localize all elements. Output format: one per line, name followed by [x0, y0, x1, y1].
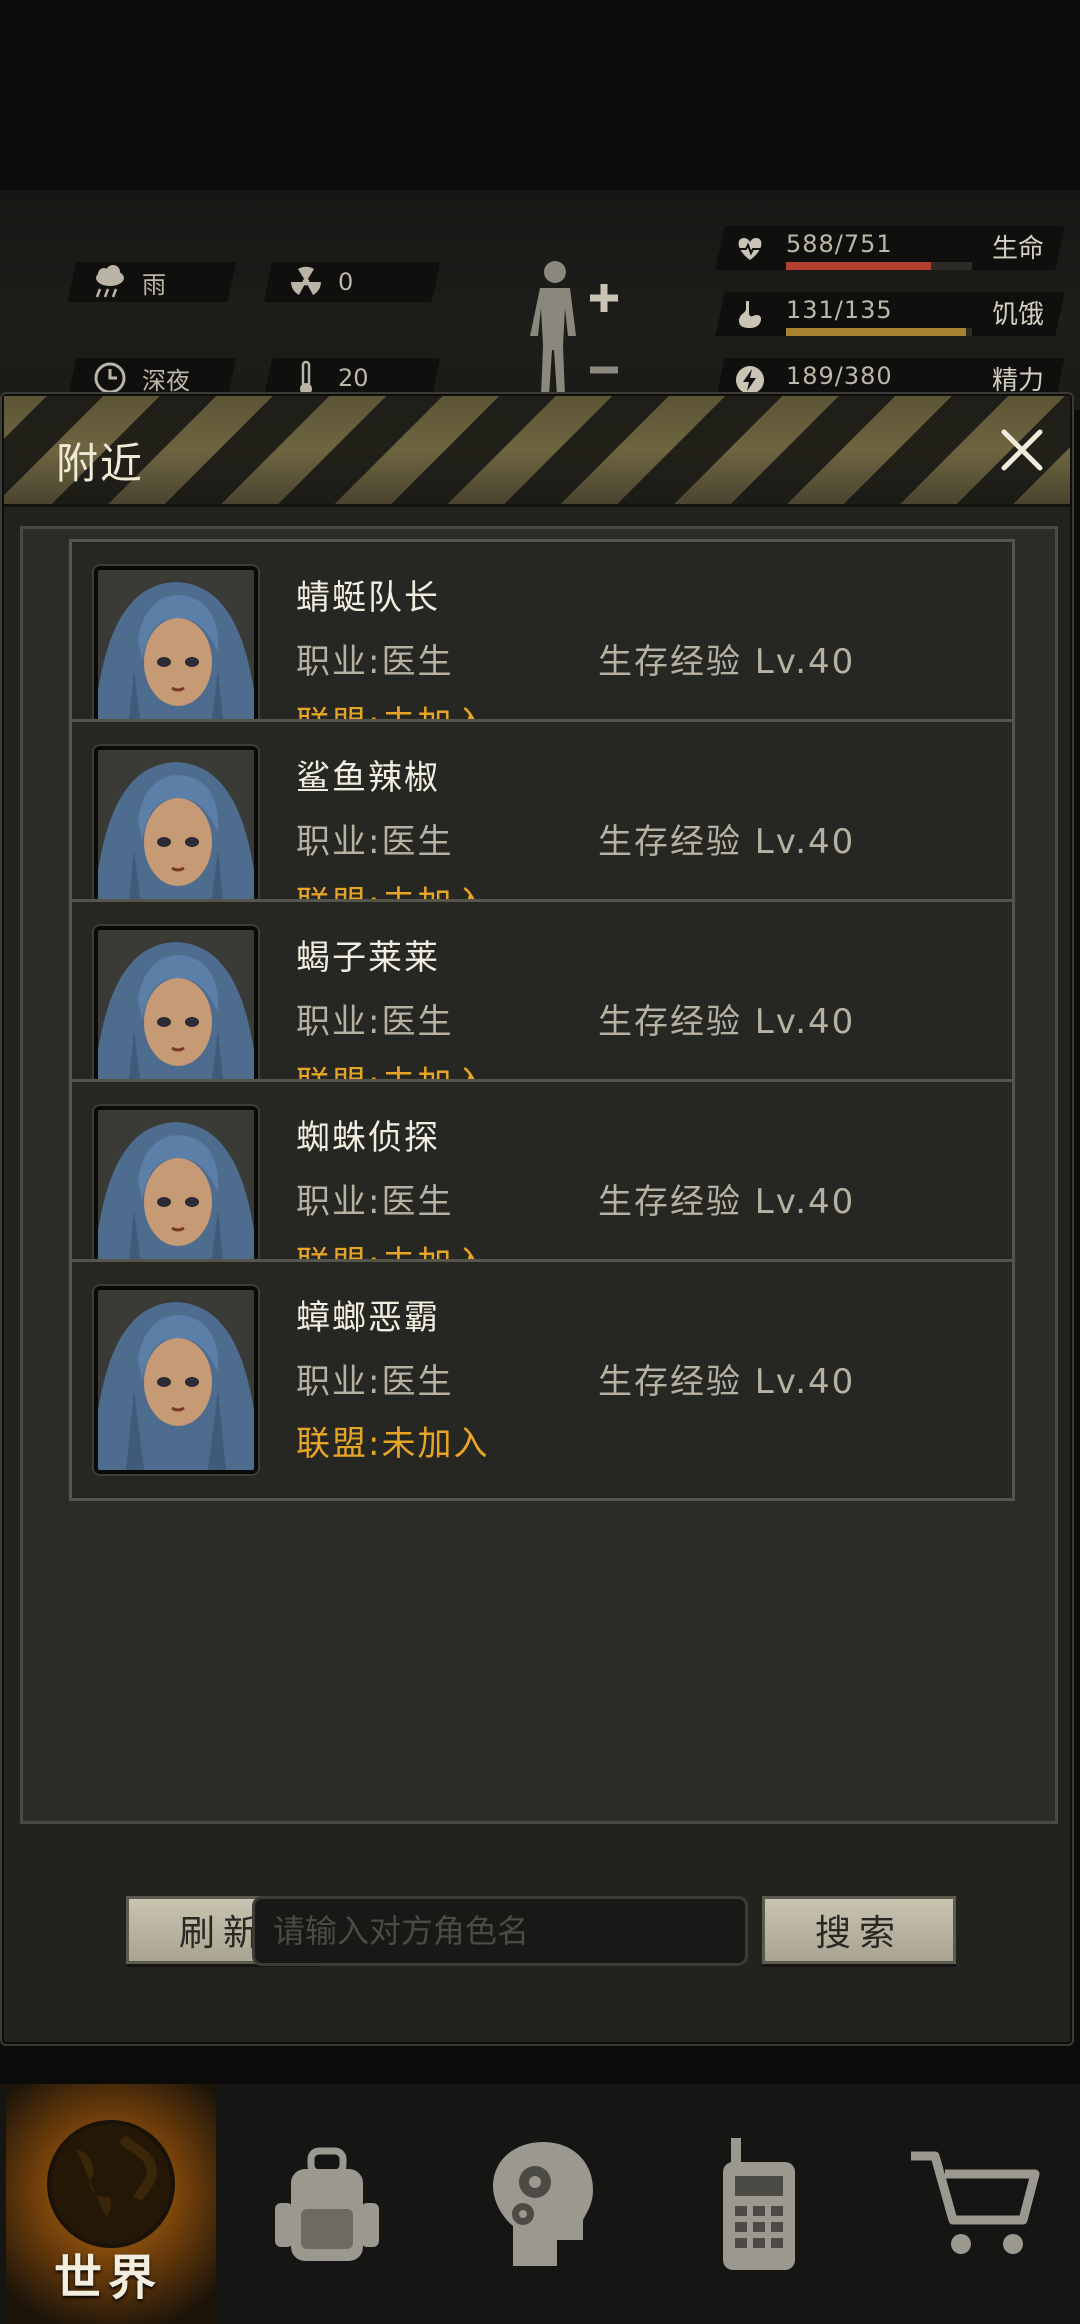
cart-icon: [911, 2151, 1040, 2254]
player-name: 蜘蛛侦探: [296, 1118, 440, 1158]
search-button[interactable]: 搜索: [762, 1896, 956, 1964]
hunger-bar: [786, 328, 972, 336]
heart-icon: [734, 232, 766, 264]
hunger-stat: 131/135 饥饿: [715, 292, 1065, 336]
rain-cloud-icon: [92, 264, 128, 300]
player-card[interactable]: 蟑螂恶霸 职业:医生 生存经验 Lv.40 联盟:未加入: [69, 1259, 1015, 1501]
health-stat: 588/751 生命: [715, 226, 1065, 270]
player-name: 蟑螂恶霸: [296, 1298, 440, 1338]
nav-radio[interactable]: [654, 2084, 864, 2324]
health-bar: [786, 262, 972, 270]
nav-world-label: 世界: [54, 2250, 163, 2306]
thermometer-icon: [288, 360, 324, 396]
weather-chip: 雨: [67, 262, 237, 302]
panel-title: 附近: [56, 439, 145, 488]
player-job: 职业:医生: [296, 1182, 454, 1222]
radio-icon: [723, 2138, 795, 2270]
brain-icon: [493, 2142, 593, 2266]
player-job: 职业:医生: [296, 1002, 454, 1042]
energy-value: 189/380: [786, 362, 893, 390]
panel-header: 附近: [4, 396, 1070, 507]
player-experience: 生存经验 Lv.40: [598, 1182, 856, 1222]
player-alliance: 联盟:未加入: [296, 1424, 490, 1464]
weather-text: 雨: [142, 270, 166, 299]
radiation-icon: [288, 264, 324, 300]
radiation-chip: 0: [263, 262, 441, 302]
player-job: 职业:医生: [296, 822, 454, 862]
temperature-value: 20: [338, 364, 369, 392]
nav-shop[interactable]: [870, 2084, 1080, 2324]
player-experience: 生存经验 Lv.40: [598, 1002, 856, 1042]
nav-backpack[interactable]: [222, 2084, 432, 2324]
player-experience: 生存经验 Lv.40: [598, 822, 856, 862]
close-icon: [1001, 429, 1043, 471]
player-job: 职业:医生: [296, 642, 454, 682]
bottom-nav: 世界: [0, 2084, 1080, 2324]
player-experience: 生存经验 Lv.40: [598, 642, 856, 682]
nearby-panel: 附近 蜻蜓队长 职业:医生 生存经验 Lv.40 联盟:未加入 鲨鱼辣椒 职业:…: [0, 392, 1074, 2046]
nav-world[interactable]: 世界: [6, 2084, 216, 2324]
health-value: 588/751: [786, 230, 893, 258]
backpack-icon: [275, 2147, 379, 2261]
player-avatar: [94, 1286, 258, 1474]
player-job: 职业:医生: [296, 1362, 454, 1402]
close-button[interactable]: [994, 422, 1050, 478]
body-status-button[interactable]: [520, 258, 640, 398]
radiation-value: 0: [338, 268, 354, 296]
stomach-icon: [734, 298, 766, 330]
player-name: 鲨鱼辣椒: [296, 758, 440, 798]
hunger-value: 131/135: [786, 296, 893, 324]
health-label: 生命: [991, 234, 1044, 264]
globe-icon: [47, 2120, 175, 2248]
player-name: 蝎子莱莱: [296, 938, 440, 978]
player-name: 蜻蜓队长: [296, 578, 440, 618]
nav-skills[interactable]: [438, 2084, 648, 2324]
player-experience: 生存经验 Lv.40: [598, 1362, 856, 1402]
body-figure-icon: [530, 261, 618, 396]
search-label: 搜索: [814, 1913, 903, 1954]
time-text: 深夜: [142, 366, 190, 395]
clock-icon: [92, 360, 128, 396]
hunger-label: 饥饿: [991, 300, 1044, 330]
search-input[interactable]: [252, 1896, 748, 1966]
player-list[interactable]: 蜻蜓队长 职业:医生 生存经验 Lv.40 联盟:未加入 鲨鱼辣椒 职业:医生 …: [20, 526, 1058, 1824]
